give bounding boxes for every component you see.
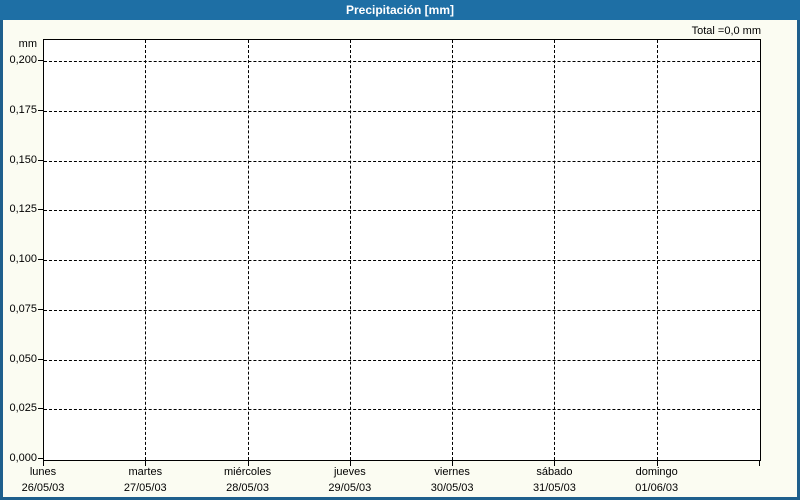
y-axis-tick-label: 0,175 <box>9 103 37 116</box>
x-axis-weekday-label: martes <box>128 466 163 478</box>
y-axis-tick <box>38 60 43 61</box>
y-axis-tick-label: 0,125 <box>9 203 37 216</box>
horizontal-gridline <box>44 110 760 112</box>
vertical-gridline <box>349 40 351 460</box>
y-axis-tick <box>38 358 43 360</box>
x-axis-weekday-label: sábado <box>536 466 573 478</box>
horizontal-gridline <box>44 409 760 411</box>
y-axis-tick <box>38 109 43 111</box>
y-axis-tick-label: 0,200 <box>9 54 37 66</box>
x-axis-weekday-label: miércoles <box>224 466 272 478</box>
x-axis-weekday-label: jueves <box>333 466 366 478</box>
window-titlebar: Precipitación [mm] <box>0 0 800 20</box>
y-axis-tick-label: 0,000 <box>9 452 37 464</box>
y-axis-unit-label: mm <box>18 38 37 50</box>
x-axis-tick <box>759 461 760 466</box>
y-axis-tick-label: 0,100 <box>9 253 37 265</box>
horizontal-gridline <box>44 359 760 361</box>
x-axis-date-label: 28/05/03 <box>226 482 269 494</box>
y-axis-tick-label: 0,150 <box>9 153 37 166</box>
y-axis-tick <box>38 259 43 260</box>
horizontal-gridline <box>44 309 760 311</box>
y-axis-tick-label: 0,050 <box>9 352 37 365</box>
y-axis-tick-label: 0,025 <box>9 402 37 415</box>
vertical-gridline <box>554 40 556 460</box>
x-axis-weekday-label: viernes <box>434 466 470 478</box>
y-axis-tick <box>38 458 43 459</box>
x-axis-date-label: 30/05/03 <box>430 482 474 494</box>
y-axis-tick <box>38 209 43 211</box>
window-title: Precipitación [mm] <box>345 3 455 17</box>
x-axis-date-label: 29/05/03 <box>328 482 372 494</box>
vertical-gridline <box>656 40 658 460</box>
total-precipitation-label: Total =0,0 mm <box>691 25 761 37</box>
chart-window: Precipitación [mm] Total =0,0 mm mm 0,20… <box>0 0 800 500</box>
x-axis-date-label: 31/05/03 <box>533 482 576 494</box>
x-axis-date-label: 27/05/03 <box>123 482 167 494</box>
y-axis-tick <box>38 159 43 161</box>
y-axis-tick <box>38 408 43 410</box>
vertical-gridline <box>247 40 249 460</box>
plot-area <box>43 39 761 461</box>
x-axis-weekday-label: domingo <box>635 466 678 478</box>
x-axis-weekday-label: lunes <box>29 466 57 478</box>
horizontal-gridline <box>44 210 760 212</box>
y-axis-tick-label: 0,075 <box>9 302 37 315</box>
horizontal-gridline <box>44 160 760 162</box>
x-axis-date-label: 01/06/03 <box>635 482 679 494</box>
horizontal-gridline <box>44 260 760 261</box>
x-axis-date-label: 26/05/03 <box>21 482 65 494</box>
vertical-gridline <box>145 40 147 460</box>
vertical-gridline <box>452 40 454 460</box>
horizontal-gridline <box>44 61 760 62</box>
y-axis-tick <box>38 308 43 310</box>
